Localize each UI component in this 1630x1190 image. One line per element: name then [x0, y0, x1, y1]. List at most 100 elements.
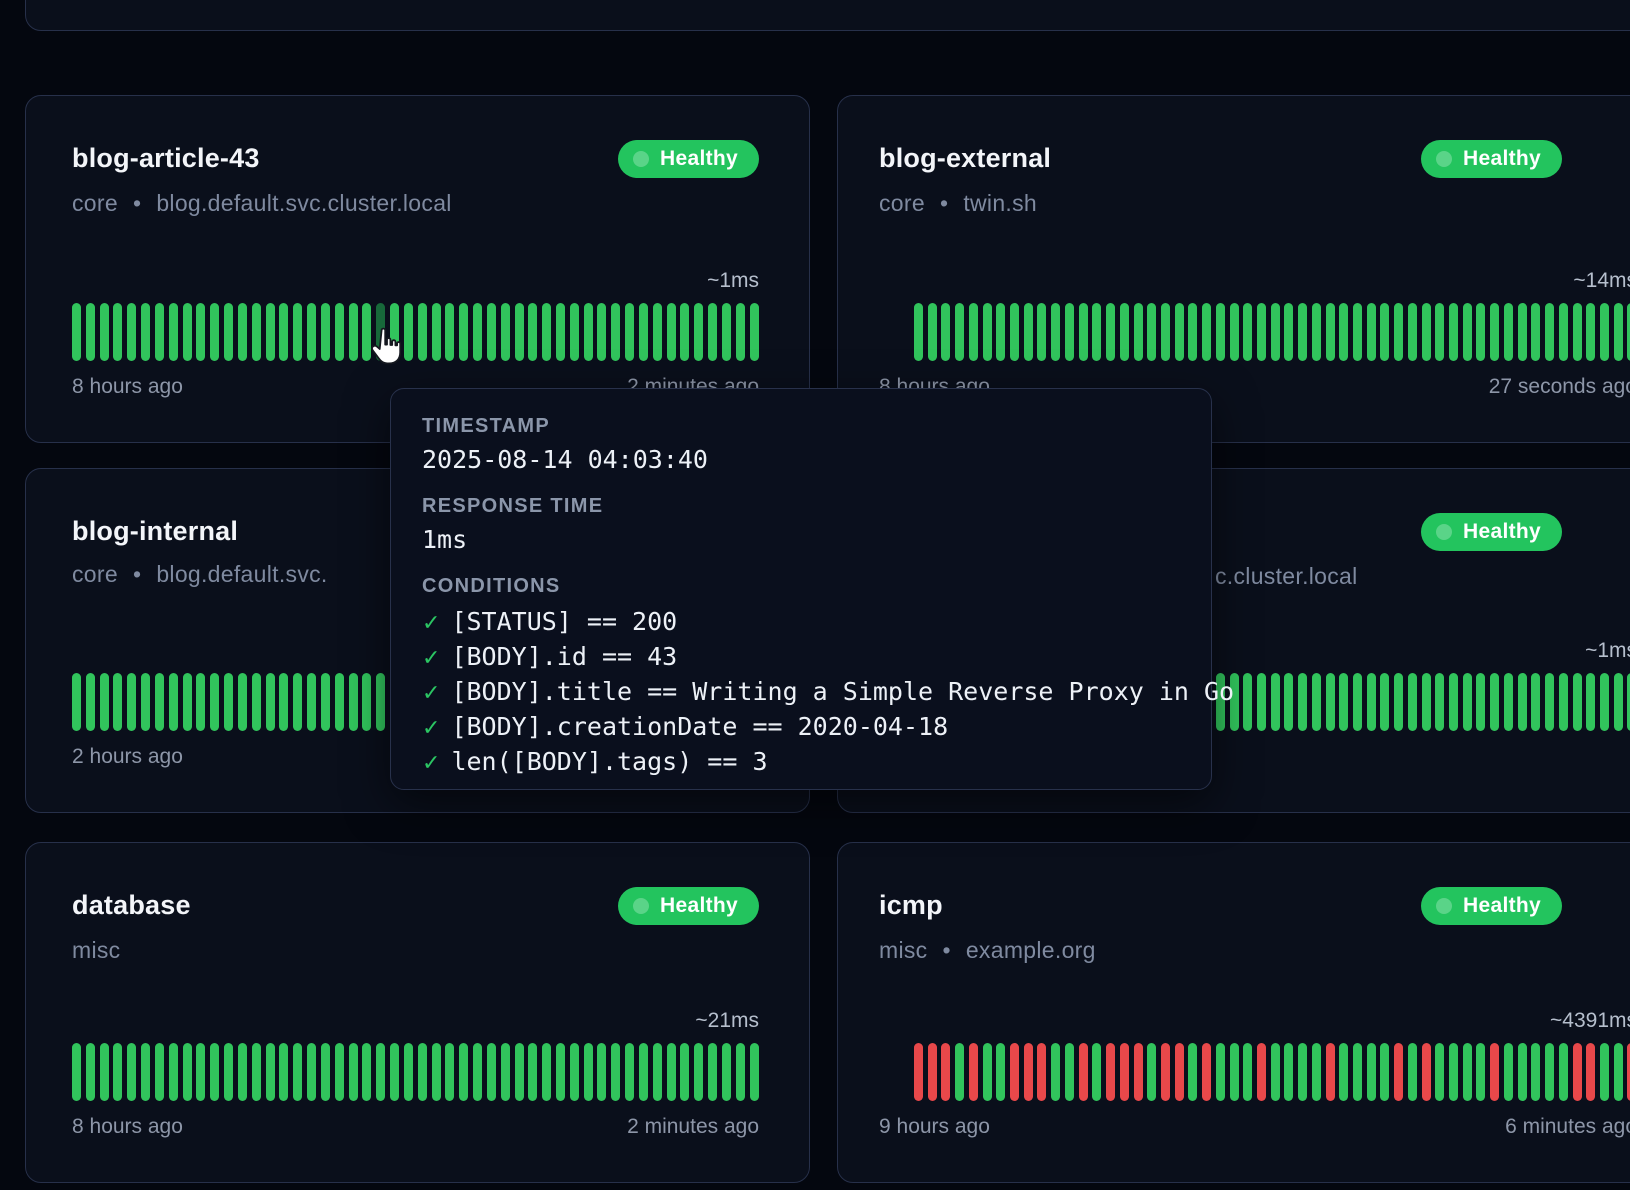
uptime-bar[interactable]	[1092, 1043, 1101, 1101]
uptime-bar[interactable]	[680, 303, 689, 361]
uptime-bar[interactable]	[362, 1043, 371, 1101]
uptime-bar[interactable]	[1490, 673, 1499, 731]
uptime-bar[interactable]	[1614, 1043, 1623, 1101]
uptime-bar[interactable]	[1463, 1043, 1472, 1101]
uptime-bar[interactable]	[694, 1043, 703, 1101]
uptime-bar[interactable]	[955, 303, 964, 361]
uptime-bar[interactable]	[1449, 673, 1458, 731]
uptime-bars[interactable]	[914, 303, 1630, 361]
uptime-bar[interactable]	[1435, 303, 1444, 361]
uptime-bar[interactable]	[1476, 673, 1485, 731]
uptime-bar[interactable]	[169, 303, 178, 361]
uptime-bar[interactable]	[1065, 303, 1074, 361]
uptime-bar[interactable]	[1600, 1043, 1609, 1101]
uptime-bar[interactable]	[1600, 673, 1609, 731]
uptime-bar[interactable]	[238, 303, 247, 361]
uptime-bar[interactable]	[1024, 303, 1033, 361]
uptime-bar[interactable]	[183, 673, 192, 731]
uptime-bar[interactable]	[224, 1043, 233, 1101]
uptime-bar[interactable]	[307, 673, 316, 731]
uptime-bar[interactable]	[570, 1043, 579, 1101]
uptime-bar[interactable]	[1490, 1043, 1499, 1101]
uptime-bar[interactable]	[1010, 303, 1019, 361]
uptime-bar[interactable]	[542, 1043, 551, 1101]
uptime-bar[interactable]	[1147, 303, 1156, 361]
uptime-bar[interactable]	[141, 1043, 150, 1101]
uptime-bar[interactable]	[1326, 303, 1335, 361]
uptime-bar[interactable]	[1518, 673, 1527, 731]
uptime-bar[interactable]	[1518, 1043, 1527, 1101]
uptime-bars[interactable]	[914, 1043, 1630, 1101]
uptime-bar[interactable]	[1120, 1043, 1129, 1101]
uptime-bar[interactable]	[941, 303, 950, 361]
uptime-bar[interactable]	[1326, 1043, 1335, 1101]
uptime-bar[interactable]	[584, 1043, 593, 1101]
uptime-bar[interactable]	[1380, 1043, 1389, 1101]
uptime-bar[interactable]	[1202, 1043, 1211, 1101]
uptime-bar[interactable]	[1614, 673, 1623, 731]
uptime-bar[interactable]	[1051, 1043, 1060, 1101]
uptime-bar[interactable]	[183, 303, 192, 361]
uptime-bar[interactable]	[983, 1043, 992, 1101]
uptime-bar[interactable]	[376, 1043, 385, 1101]
uptime-bar[interactable]	[1422, 673, 1431, 731]
uptime-bar[interactable]	[1586, 303, 1595, 361]
uptime-bar[interactable]	[321, 1043, 330, 1101]
uptime-bar[interactable]	[1380, 673, 1389, 731]
uptime-bar[interactable]	[708, 303, 717, 361]
uptime-bar[interactable]	[969, 1043, 978, 1101]
uptime-bar[interactable]	[183, 1043, 192, 1101]
uptime-bar[interactable]	[1284, 673, 1293, 731]
uptime-bar[interactable]	[390, 1043, 399, 1101]
uptime-bar[interactable]	[404, 1043, 413, 1101]
uptime-bar[interactable]	[1449, 303, 1458, 361]
uptime-bar[interactable]	[556, 1043, 565, 1101]
uptime-bar[interactable]	[1408, 1043, 1417, 1101]
uptime-bar[interactable]	[1545, 673, 1554, 731]
uptime-bar[interactable]	[252, 1043, 261, 1101]
uptime-bar[interactable]	[1531, 303, 1540, 361]
uptime-bar[interactable]	[1545, 1043, 1554, 1101]
uptime-bar[interactable]	[1531, 1043, 1540, 1101]
uptime-bar[interactable]	[1504, 673, 1513, 731]
uptime-bar[interactable]	[1339, 673, 1348, 731]
uptime-bar[interactable]	[321, 673, 330, 731]
uptime-bar[interactable]	[1175, 1043, 1184, 1101]
uptime-bar[interactable]	[1161, 303, 1170, 361]
uptime-bar[interactable]	[996, 303, 1005, 361]
uptime-bar[interactable]	[100, 303, 109, 361]
uptime-bar[interactable]	[611, 1043, 620, 1101]
uptime-bar[interactable]	[653, 303, 662, 361]
uptime-bar[interactable]	[141, 673, 150, 731]
uptime-bar[interactable]	[736, 1043, 745, 1101]
uptime-bar[interactable]	[1490, 303, 1499, 361]
uptime-bar[interactable]	[1202, 303, 1211, 361]
uptime-bar[interactable]	[113, 1043, 122, 1101]
uptime-bar[interactable]	[1326, 673, 1335, 731]
uptime-bar[interactable]	[432, 1043, 441, 1101]
uptime-bar[interactable]	[155, 1043, 164, 1101]
uptime-bar[interactable]	[224, 303, 233, 361]
uptime-bar[interactable]	[1449, 1043, 1458, 1101]
uptime-bar[interactable]	[1312, 1043, 1321, 1101]
uptime-bar[interactable]	[1435, 673, 1444, 731]
uptime-bar[interactable]	[293, 673, 302, 731]
uptime-bar[interactable]	[1298, 673, 1307, 731]
partial-card-above[interactable]	[25, 0, 1630, 31]
uptime-bar[interactable]	[501, 1043, 510, 1101]
uptime-bar[interactable]	[1134, 1043, 1143, 1101]
uptime-bar[interactable]	[1188, 303, 1197, 361]
uptime-bar[interactable]	[293, 303, 302, 361]
uptime-bar[interactable]	[1092, 303, 1101, 361]
uptime-bar[interactable]	[1476, 1043, 1485, 1101]
uptime-bars[interactable]	[72, 303, 759, 361]
uptime-bar[interactable]	[528, 1043, 537, 1101]
uptime-bar[interactable]	[1545, 303, 1554, 361]
uptime-bar[interactable]	[1422, 303, 1431, 361]
uptime-bar[interactable]	[362, 673, 371, 731]
uptime-bar[interactable]	[1422, 1043, 1431, 1101]
uptime-bar[interactable]	[1353, 673, 1362, 731]
uptime-bar[interactable]	[127, 1043, 136, 1101]
uptime-bar[interactable]	[1353, 1043, 1362, 1101]
uptime-bar[interactable]	[1504, 303, 1513, 361]
